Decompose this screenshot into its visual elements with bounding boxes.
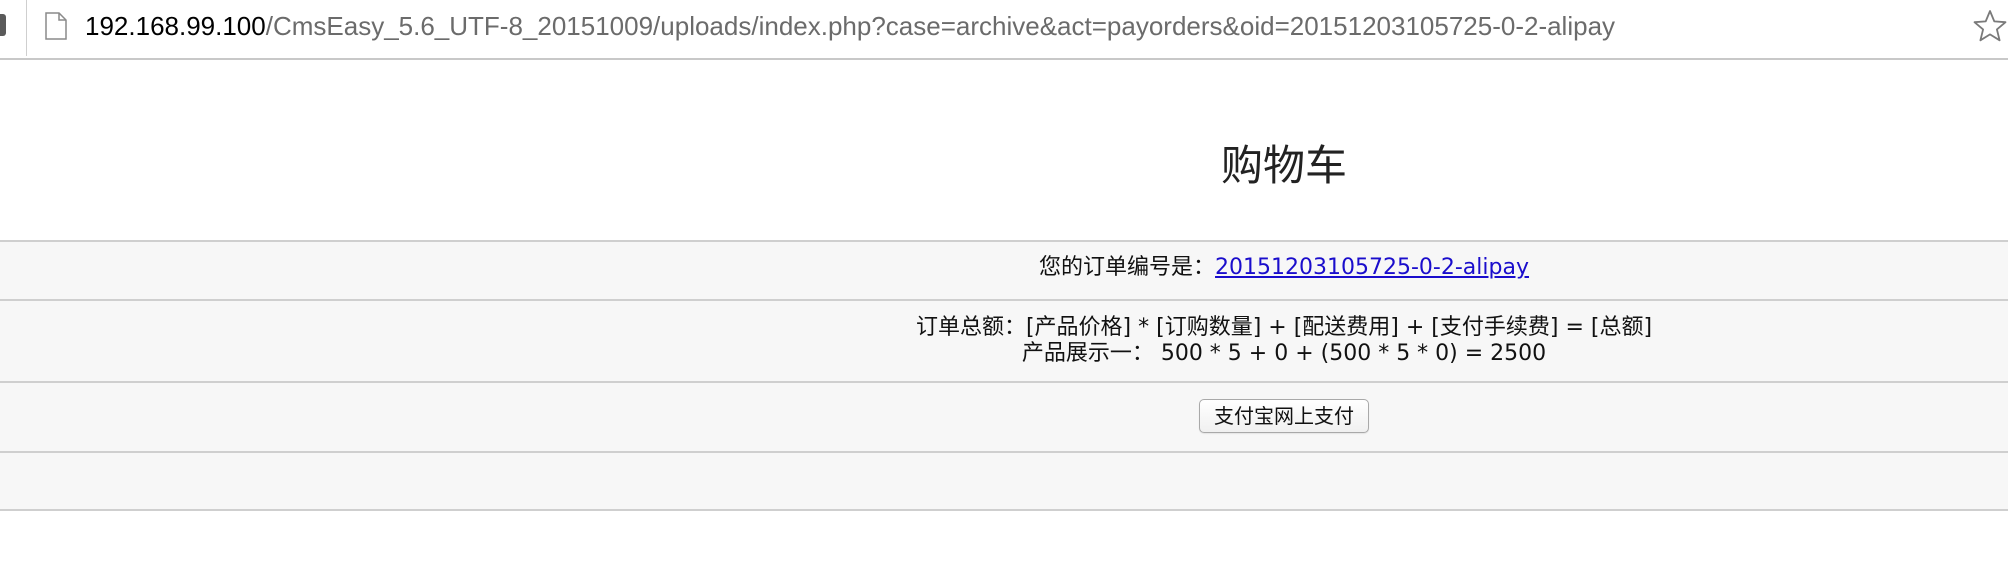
back-button[interactable] (0, 14, 6, 36)
order-number-link[interactable]: 20151203105725-0-2-alipay (1215, 255, 1529, 280)
order-number-cell: 您的订单编号是：20151203105725-0-2-alipay (0, 255, 2008, 281)
order-number-row: 您的订单编号是：20151203105725-0-2-alipay (0, 240, 2008, 299)
order-total-cell: 订单总额：[产品价格] * [订购数量] + [配送费用] + [支付手续费] … (0, 315, 2008, 367)
url-text[interactable]: 192.168.99.100/CmsEasy_5.6_UTF-8_2015100… (85, 8, 1615, 44)
page-title: 购物车 (1220, 141, 1347, 190)
url-host: 192.168.99.100 (85, 11, 266, 41)
url-path: /CmsEasy_5.6_UTF-8_20151009/uploads/inde… (265, 11, 1616, 41)
order-total-row: 订单总额：[产品价格] * [订购数量] + [配送费用] + [支付手续费] … (0, 299, 2008, 381)
browser-address-bar: 192.168.99.100/CmsEasy_5.6_UTF-8_2015100… (0, 0, 2008, 60)
order-formula-text: 订单总额：[产品价格] * [订购数量] + [配送费用] + [支付手续费] … (915, 315, 1653, 340)
order-table: 您的订单编号是：20151203105725-0-2-alipay 订单总额：[… (0, 240, 2008, 511)
payment-row: 支付宝网上支付 (0, 381, 2008, 451)
document-icon (45, 12, 67, 40)
product-calculation-text: 产品展示一： 500 * 5 + 0 + (500 * 5 * 0) = 250… (1021, 341, 1547, 366)
order-number-label: 您的订单编号是： (1039, 255, 1216, 280)
star-icon[interactable] (1972, 8, 2008, 44)
url-field[interactable]: 192.168.99.100/CmsEasy_5.6_UTF-8_2015100… (26, 0, 1986, 56)
payment-cell: 支付宝网上支付 (0, 399, 2008, 433)
alipay-pay-button[interactable]: 支付宝网上支付 (1199, 399, 1369, 433)
empty-row (0, 451, 2008, 511)
